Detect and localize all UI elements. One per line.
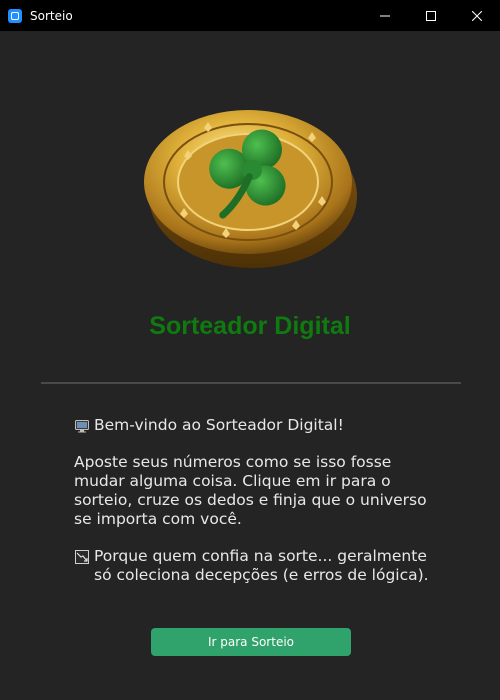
window-controls xyxy=(362,0,500,31)
note-text: Porque quem confia na sorte... geralment… xyxy=(94,547,429,584)
minimize-button[interactable] xyxy=(362,0,408,31)
intro-paragraph: Aposte seus números como se isso fosse m… xyxy=(74,453,427,528)
close-button[interactable] xyxy=(454,0,500,31)
page-title: Sorteador Digital xyxy=(149,312,351,340)
go-to-draw-button[interactable]: Ir para Sorteio xyxy=(151,628,351,656)
chart-icon xyxy=(75,550,89,564)
description: Bem-vindo ao Sorteador Digital! Aposte s… xyxy=(74,416,434,585)
welcome-text: Bem-vindo ao Sorteador Digital! xyxy=(94,416,344,434)
close-icon xyxy=(472,10,482,21)
maximize-button[interactable] xyxy=(408,0,454,31)
minimize-icon xyxy=(380,15,390,16)
maximize-icon xyxy=(426,10,436,21)
note-line: Porque quem confia na sorte... geralment… xyxy=(74,547,434,585)
title-bar: Sorteio xyxy=(0,0,500,31)
app-icon xyxy=(8,8,22,23)
monitor-icon xyxy=(75,420,89,433)
welcome-line: Bem-vindo ao Sorteador Digital! xyxy=(74,416,434,435)
divider xyxy=(41,382,461,384)
window-title: Sorteio xyxy=(30,8,73,23)
clover-coin-logo xyxy=(144,110,357,268)
